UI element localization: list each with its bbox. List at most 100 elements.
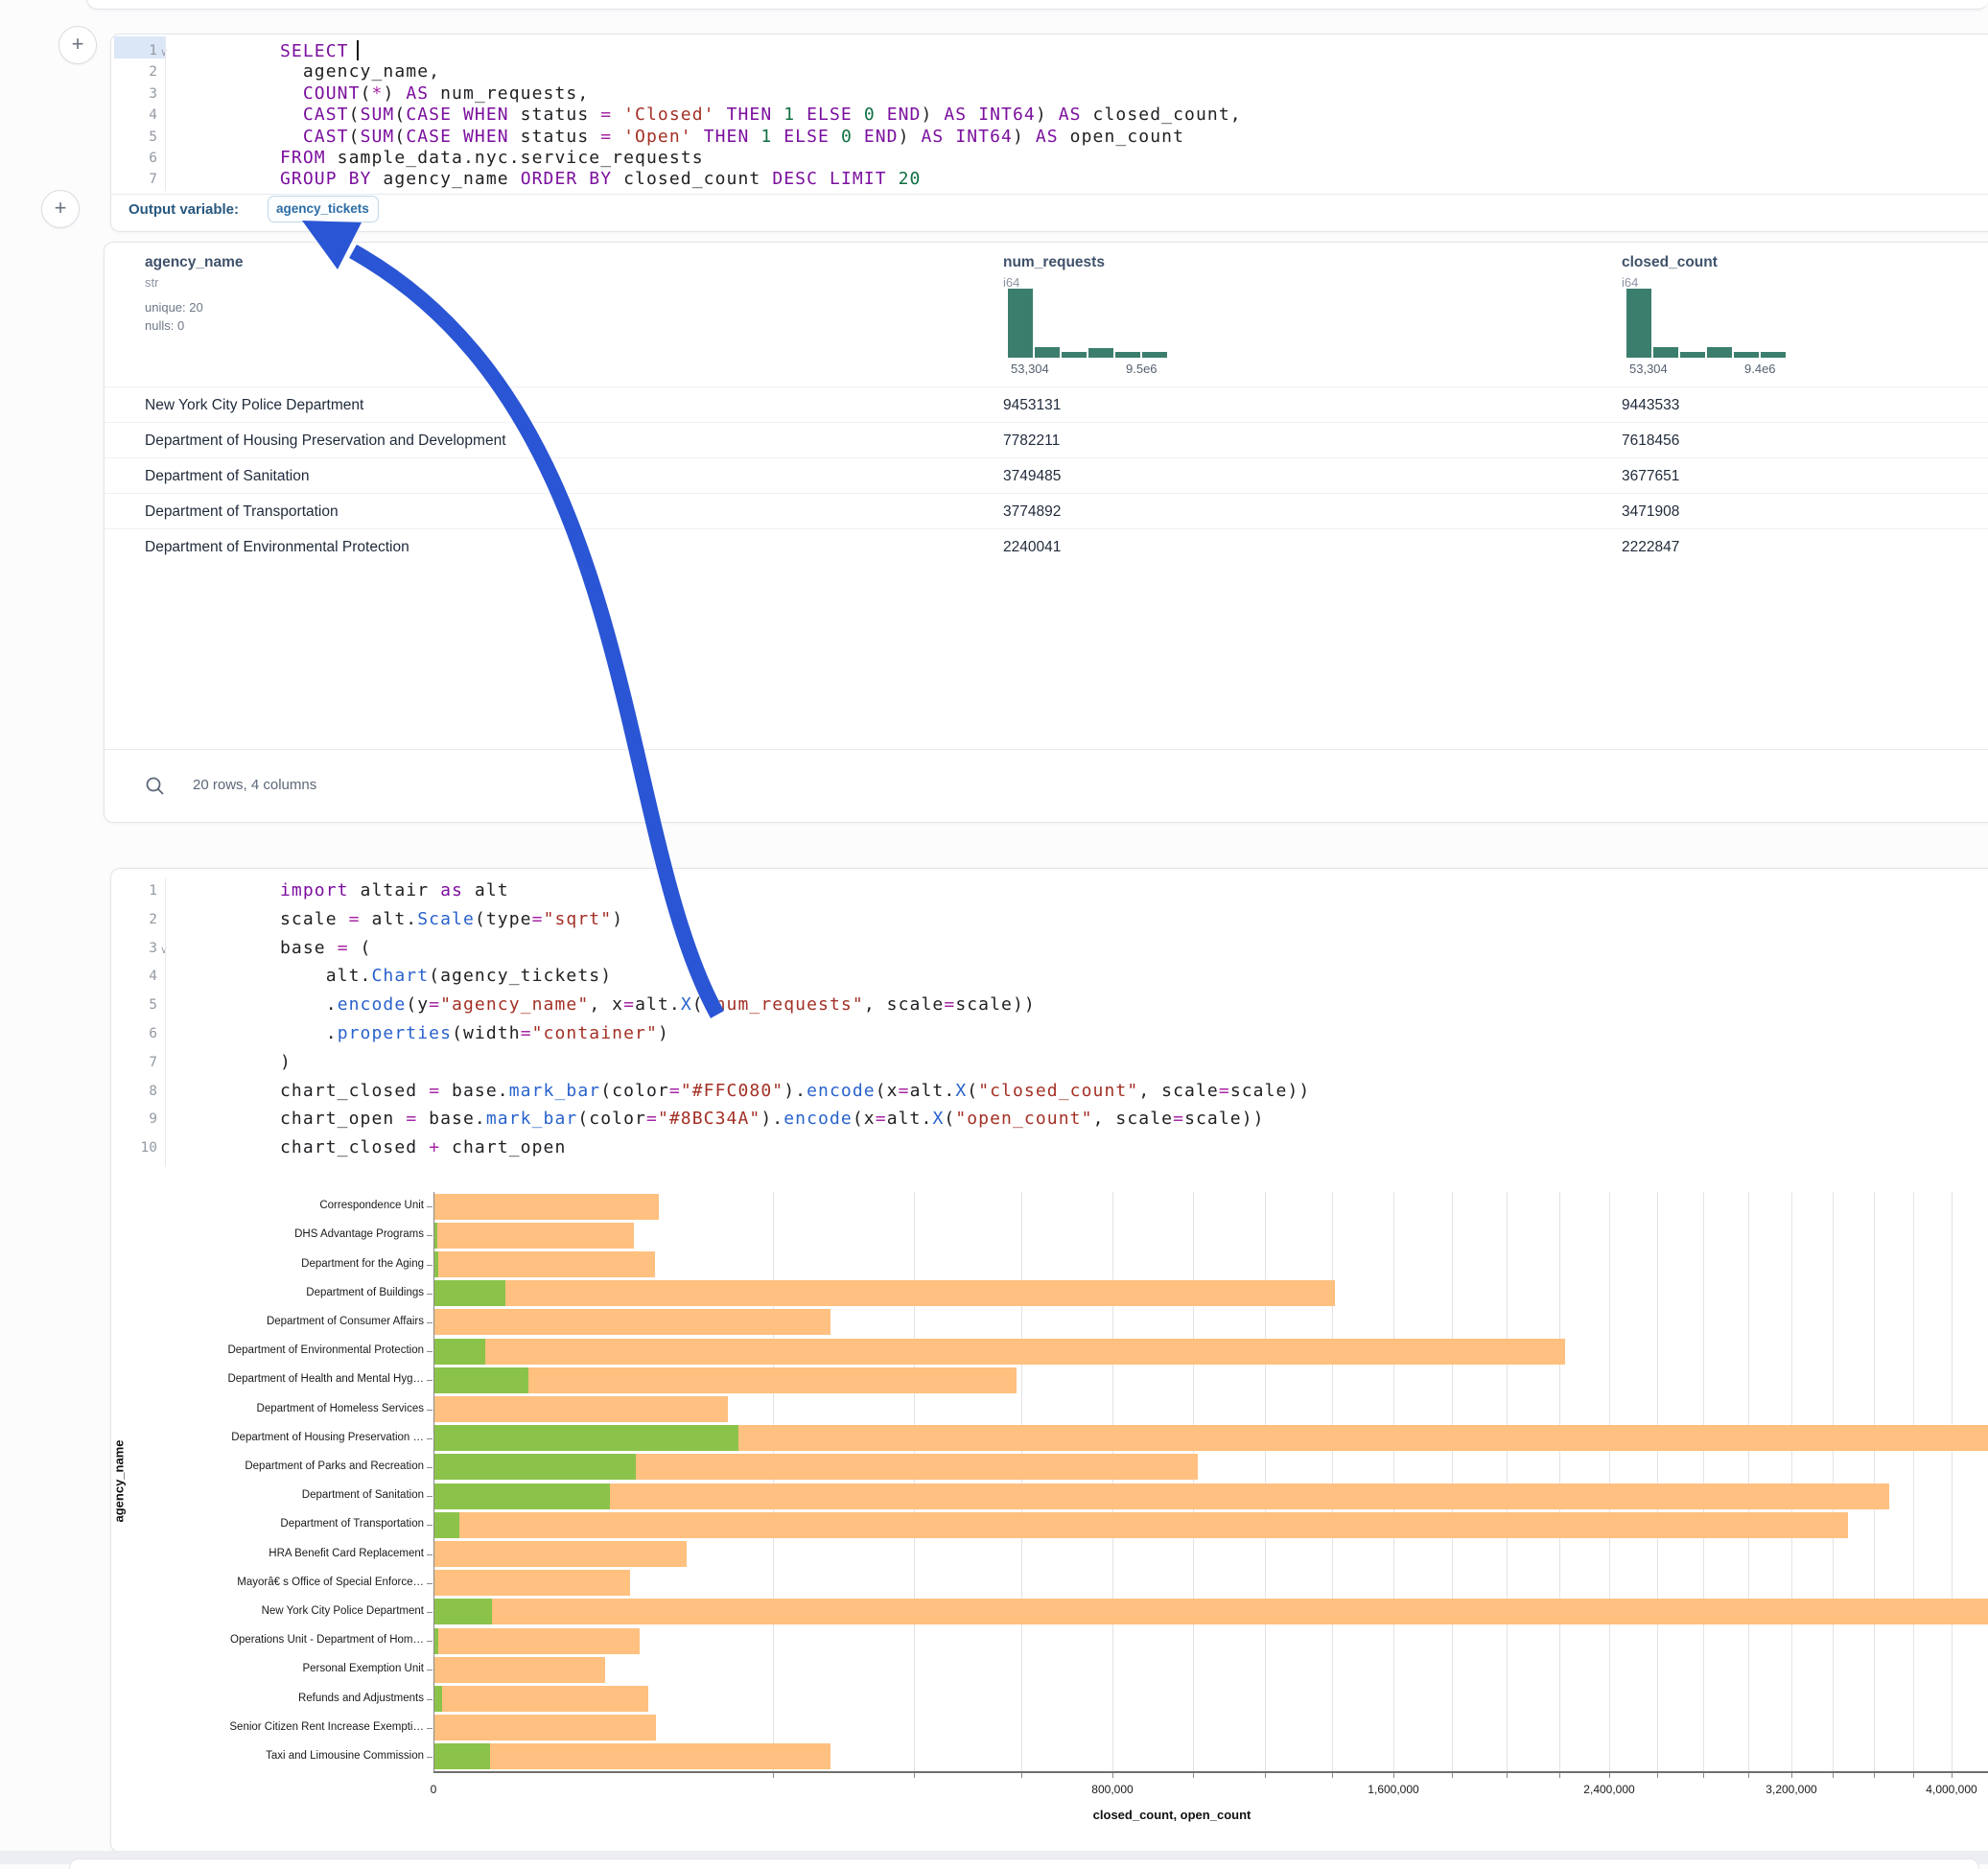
table-cell: Department of Transportation [145, 494, 339, 529]
table-cell: 2240041 [1003, 529, 1061, 565]
y-axis-tick [427, 1467, 433, 1468]
column-name[interactable]: num_requests [1003, 254, 1105, 271]
code-line[interactable]: CAST(SUM(CASE WHEN status = 'Closed' THE… [280, 105, 1242, 125]
gridline [1791, 1192, 1792, 1771]
line-number: 6 [119, 151, 157, 166]
column-name[interactable]: agency_name [145, 254, 244, 271]
y-axis-tick [427, 1496, 433, 1497]
column-name[interactable]: closed_count [1622, 254, 1718, 271]
code-line[interactable]: import altair as alt [280, 880, 509, 900]
x-axis-tick [1874, 1773, 1875, 1778]
code-line[interactable]: FROM sample_data.nyc.service_requests [280, 148, 704, 168]
y-axis-label: Department of Consumer Affairs [119, 1316, 424, 1327]
table-cell: 9453131 [1003, 387, 1061, 423]
output-variable-pill[interactable]: agency_tickets [268, 196, 379, 222]
line-number: 6 [119, 1026, 157, 1041]
x-axis-title: closed_count, open_count [836, 1808, 1508, 1822]
dataframe-preview: agency_namestrunique: 20nulls: 0num_requ… [104, 242, 1988, 823]
closed-count-bar [433, 1484, 1889, 1509]
x-axis-tick [1833, 1773, 1834, 1778]
gridline [1833, 1192, 1834, 1771]
x-axis-line [433, 1771, 1988, 1773]
x-axis-tick [1265, 1773, 1266, 1778]
histogram-max-label: 9.5e6 [1126, 362, 1158, 376]
closed-count-bar [433, 1743, 830, 1769]
code-line[interactable]: COUNT(*) AS num_requests, [280, 83, 589, 104]
y-axis-tick [427, 1322, 433, 1323]
table-row[interactable]: Department of Environmental Protection22… [105, 528, 1988, 565]
code-line[interactable]: alt.Chart(agency_tickets) [280, 966, 612, 986]
altair-chart: Correspondence UnitDHS Advantage Program… [111, 1185, 1988, 1761]
code-line[interactable]: ) [280, 1052, 292, 1072]
code-line[interactable]: base = ( [280, 938, 372, 958]
code-line[interactable]: agency_name, [280, 61, 440, 82]
table-cell: 3774892 [1003, 494, 1061, 529]
gridline [1874, 1192, 1875, 1771]
line-number: 8 [119, 1084, 157, 1099]
open-count-bar [433, 1367, 528, 1393]
table-cell: 3749485 [1003, 458, 1061, 494]
line-number: 4 [119, 107, 157, 123]
gutter-divider [165, 878, 166, 1166]
open-count-bar [433, 1484, 610, 1509]
y-axis-tick [427, 1757, 433, 1758]
code-line[interactable]: chart_closed + chart_open [280, 1137, 566, 1157]
y-axis-tick [427, 1728, 433, 1729]
add-cell-button-middle[interactable]: + [41, 190, 80, 228]
x-axis-tick [1332, 1773, 1333, 1778]
closed-count-bar [433, 1657, 605, 1683]
gutter-divider [165, 36, 166, 191]
previous-cell-fragment [86, 0, 1988, 10]
search-icon[interactable] [145, 776, 166, 797]
line-number: 2 [119, 64, 157, 80]
y-axis-line [433, 1192, 434, 1771]
sql-cell[interactable]: 1∨SELECT2 agency_name,3 COUNT(*) AS num_… [110, 34, 1988, 232]
x-axis-tick [1748, 1773, 1749, 1778]
line-number: 3 [119, 86, 157, 102]
closed-count-bar [433, 1194, 659, 1220]
code-line[interactable]: CAST(SUM(CASE WHEN status = 'Open' THEN … [280, 127, 1184, 147]
open-count-bar [433, 1599, 492, 1624]
gridline [1193, 1192, 1194, 1771]
line-number: 7 [119, 172, 157, 187]
code-line[interactable]: SELECT [280, 40, 359, 61]
table-footer[interactable]: 20 rows, 4 columns [105, 749, 1988, 822]
table-row[interactable]: Department of Housing Preservation and D… [105, 422, 1988, 458]
table-row[interactable]: Department of Sanitation37494853677651 [105, 457, 1988, 494]
x-axis-tick [1193, 1773, 1194, 1778]
python-cell[interactable]: 1import altair as alt2scale = alt.Scale(… [110, 868, 1988, 1853]
gridline [914, 1192, 915, 1771]
x-axis-tick [1021, 1773, 1022, 1778]
closed-count-bar [433, 1280, 1335, 1306]
y-axis-label: Department of Environmental Protection [119, 1344, 424, 1356]
code-line[interactable]: scale = alt.Scale(type="sqrt") [280, 909, 623, 929]
x-axis-tick-label: 1,600,000 [1368, 1783, 1418, 1796]
gridline [1913, 1192, 1914, 1771]
y-axis-tick [427, 1554, 433, 1555]
closed-count-bar [433, 1686, 648, 1712]
code-line[interactable]: .properties(width="container") [280, 1023, 669, 1043]
table-cell: 2222847 [1622, 529, 1679, 565]
x-axis-tick [1452, 1773, 1453, 1778]
code-line[interactable]: GROUP BY agency_name ORDER BY closed_cou… [280, 169, 922, 189]
line-number: 5 [119, 997, 157, 1013]
add-cell-button-top[interactable]: + [58, 26, 97, 64]
gridline [1703, 1192, 1704, 1771]
x-axis-tick [914, 1773, 915, 1778]
open-count-bar [433, 1339, 485, 1365]
table-cell: 7782211 [1003, 423, 1060, 458]
table-cell: Department of Housing Preservation and D… [145, 423, 506, 458]
gridline [1609, 1192, 1610, 1771]
table-row[interactable]: New York City Police Department945313194… [105, 386, 1988, 423]
closed-count-bar [433, 1396, 728, 1422]
table-row[interactable]: Department of Transportation377489234719… [105, 493, 1988, 529]
code-line[interactable]: chart_open = base.mark_bar(color="#8BC34… [280, 1109, 1265, 1129]
y-axis-tick [427, 1612, 433, 1613]
code-line[interactable]: .encode(y="agency_name", x=alt.X("num_re… [280, 994, 1036, 1015]
gridline [1507, 1192, 1508, 1771]
closed-count-bar [433, 1570, 630, 1596]
code-line[interactable]: chart_closed = base.mark_bar(color="#FFC… [280, 1081, 1310, 1101]
column-type: str [145, 275, 158, 290]
y-axis-label: Department of Buildings [119, 1287, 424, 1298]
gridline [1657, 1192, 1658, 1771]
